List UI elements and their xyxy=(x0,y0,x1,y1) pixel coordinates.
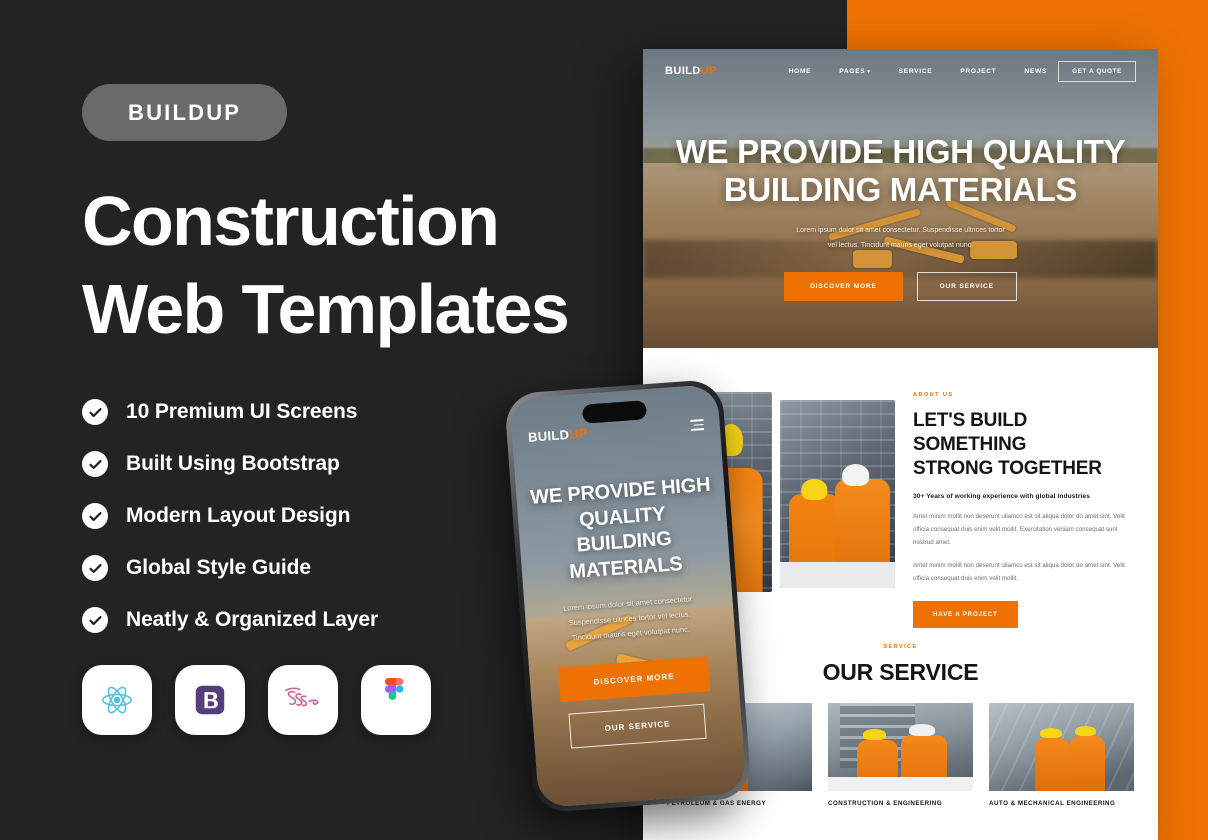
service-card-image xyxy=(989,703,1134,791)
nav-item-home[interactable]: HOME xyxy=(789,68,812,75)
check-circle-icon xyxy=(82,607,108,634)
nav-item-news[interactable]: NEWS xyxy=(1024,68,1047,75)
yellow-helmet-shape xyxy=(1039,727,1062,739)
logo-text-first: BUILD xyxy=(665,65,701,77)
hero-subtitle-line-1: Lorem ipsum dolor sit amet consectetur. … xyxy=(796,227,1005,235)
logo-text-second: UP xyxy=(700,65,717,77)
about-heading-line-1: LET'S BUILD SOMETHING xyxy=(913,410,1028,455)
headline-line-2: Web Templates xyxy=(82,270,570,349)
service-card-title: AUTO & MECHANICAL ENGINEERING xyxy=(989,800,1116,807)
nav-item-project[interactable]: PROJECT xyxy=(960,68,996,75)
yellow-helmet-shape xyxy=(862,729,886,740)
worker-vest-shape xyxy=(1035,738,1071,791)
check-circle-icon xyxy=(82,451,108,478)
white-helmet-shape xyxy=(909,724,936,736)
hero-title: WE PROVIDE HIGH QUALITY BUILDING MATERIA… xyxy=(643,133,1158,208)
worker-vest-shape xyxy=(1070,736,1105,791)
yellow-helmet-shape xyxy=(801,478,827,500)
check-circle-icon xyxy=(82,503,108,530)
desk-shape xyxy=(828,776,973,791)
phone-hero-title: WE PROVIDE HIGH QUALITY BUILDING MATERIA… xyxy=(528,473,719,589)
phone-discover-more-button[interactable]: DISCOVER MORE xyxy=(558,656,711,703)
nav-item-pages-label: PAGES xyxy=(839,67,866,75)
promo-poster: BUILDUP Construction Web Templates 10 Pr… xyxy=(0,0,1208,840)
service-card[interactable]: CONSTRUCTION & ENGINEERING xyxy=(828,703,973,807)
desk-shape xyxy=(779,561,895,588)
service-card-title: CONSTRUCTION & ENGINEERING xyxy=(828,800,943,807)
mockup-hero-content: WE PROVIDE HIGH QUALITY BUILDING MATERIA… xyxy=(643,133,1158,301)
feature-label: Neatly & Organized Layer xyxy=(126,608,379,632)
feature-label: Global Style Guide xyxy=(126,556,311,580)
yellow-helmet-shape xyxy=(1074,725,1097,737)
service-card-image xyxy=(828,703,973,791)
phone-logo-second: UP xyxy=(568,425,589,442)
phone-hero-subtitle: Lorem ipsum dolor sit amet consectetur. … xyxy=(536,591,723,649)
hero-title-line-1: WE PROVIDE HIGH QUALITY xyxy=(675,133,1126,170)
hero-buttons: DISCOVER MORE OUR SERVICE xyxy=(643,271,1158,301)
hamburger-menu-icon[interactable] xyxy=(690,419,705,431)
mockup-logo[interactable]: BUILDUP xyxy=(665,65,717,77)
mockup-nav-links: HOME PAGES ▾ SERVICE PROJECT NEWS xyxy=(789,68,1047,75)
hero-subtitle: Lorem ipsum dolor sit amet consectetur. … xyxy=(643,224,1158,253)
about-paragraph-2: Amet minim mollit non deserunt ullamco e… xyxy=(913,562,1125,583)
nav-item-service[interactable]: SERVICE xyxy=(899,68,933,75)
white-helmet-shape xyxy=(841,463,870,487)
about-lead-text: 30+ Years of working experience with glo… xyxy=(913,493,1090,501)
hero-subtitle-line-2: vel lectus. Tincidunt mauris eget volutp… xyxy=(827,241,974,249)
feature-label: 10 Premium UI Screens xyxy=(126,400,358,424)
react-icon xyxy=(82,665,152,736)
page-title: Construction Web Templates xyxy=(82,177,642,353)
about-text-block: ABOUT US LET'S BUILD SOMETHING STRONG TO… xyxy=(895,392,1158,630)
our-service-button[interactable]: OUR SERVICE xyxy=(916,271,1017,301)
mockup-navbar: BUILDUP HOME PAGES ▾ SERVICE PROJECT NEWS… xyxy=(643,49,1158,93)
nav-item-pages[interactable]: PAGES ▾ xyxy=(839,68,870,75)
service-card[interactable]: AUTO & MECHANICAL ENGINEERING xyxy=(989,703,1134,807)
phone-hero-content: WE PROVIDE HIGH QUALITY BUILDING MATERIA… xyxy=(516,472,743,751)
check-circle-icon xyxy=(82,399,108,426)
have-a-project-button[interactable]: HAVE A PROJECT xyxy=(913,600,1018,628)
about-heading: LET'S BUILD SOMETHING STRONG TOGETHER xyxy=(913,409,1128,480)
about-eyebrow: ABOUT US xyxy=(913,392,954,398)
sass-icon xyxy=(268,665,338,736)
figma-icon xyxy=(361,665,431,736)
feature-label: Modern Layout Design xyxy=(126,504,351,528)
phone-mockup: BUILDUP WE PROVIDE HIGH QUALITY BUILDING… xyxy=(503,378,753,814)
check-circle-icon xyxy=(82,555,108,582)
buildup-badge: BUILDUP xyxy=(82,84,288,141)
about-photo-workers-right xyxy=(779,400,895,588)
bootstrap-icon xyxy=(175,665,245,736)
headline-line-1: Construction xyxy=(82,182,500,260)
discover-more-button[interactable]: DISCOVER MORE xyxy=(784,271,903,301)
get-a-quote-button[interactable]: GET A QUOTE xyxy=(1058,60,1136,82)
phone-screen: BUILDUP WE PROVIDE HIGH QUALITY BUILDING… xyxy=(509,383,747,809)
feature-label: Built Using Bootstrap xyxy=(126,452,340,476)
chevron-down-icon: ▾ xyxy=(867,68,871,75)
about-heading-line-2: STRONG TOGETHER xyxy=(913,457,1102,479)
hero-title-line-2: BUILDING MATERIALS xyxy=(723,170,1078,208)
phone-logo-first: BUILD xyxy=(527,426,570,445)
about-paragraph-1: Amet minim mollit non deserunt ullamco e… xyxy=(913,513,1125,546)
mockup-hero-section: BUILDUP HOME PAGES ▾ SERVICE PROJECT NEWS… xyxy=(643,49,1158,348)
